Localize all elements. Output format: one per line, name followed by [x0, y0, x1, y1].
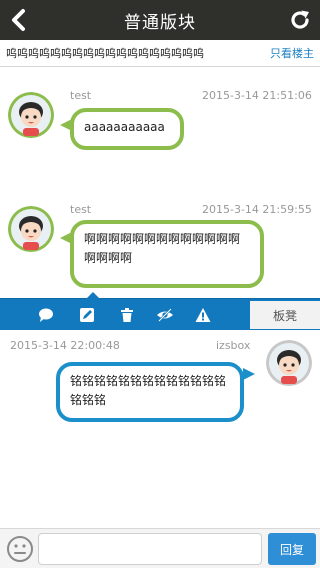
avatar[interactable] — [8, 206, 54, 252]
only-op-link[interactable]: 只看楼主 — [270, 45, 314, 61]
post-author: test — [70, 89, 92, 102]
avatar[interactable] — [8, 92, 54, 138]
comment-icon[interactable] — [38, 307, 54, 323]
reply-bar: 回复 — [0, 528, 320, 568]
trash-icon[interactable] — [119, 307, 135, 323]
chevron-left-icon[interactable] — [8, 8, 32, 32]
avatar[interactable] — [266, 340, 312, 386]
thread-title: 呜呜呜呜呜呜呜呜呜呜呜呜呜呜呜呜呜呜 — [6, 47, 204, 60]
post-time: 2015-3-14 21:51:06 — [202, 89, 312, 102]
eye-off-icon[interactable] — [156, 307, 174, 323]
post-author: test — [70, 203, 92, 216]
message-bubble: aaaaaaaaaaa — [70, 108, 184, 150]
message-bubble: 铭铭铭铭铭铭铭铭铭铭铭铭铭铭铭铭 — [56, 362, 244, 422]
message-text: aaaaaaaaaaa — [84, 120, 165, 134]
reply-input[interactable] — [38, 533, 262, 565]
post-author: izsbox — [216, 339, 251, 352]
refresh-icon[interactable] — [288, 8, 312, 32]
post-time: 2015-3-14 22:00:48 — [10, 339, 120, 352]
bubble-tail — [243, 368, 255, 380]
bubble-tail — [60, 119, 72, 131]
bubble-tail — [60, 232, 72, 244]
board-position-button[interactable]: 板凳 — [250, 301, 320, 329]
edit-icon[interactable] — [79, 307, 95, 323]
smiley-icon[interactable] — [6, 535, 34, 563]
message-text: 铭铭铭铭铭铭铭铭铭铭铭铭铭铭铭铭 — [70, 374, 227, 407]
reply-button[interactable]: 回复 — [268, 533, 316, 565]
action-bar-pointer — [86, 292, 100, 299]
thread-header: 呜呜呜呜呜呜呜呜呜呜呜呜呜呜呜呜呜呜 只看楼主 — [0, 40, 320, 67]
warning-icon[interactable] — [195, 307, 211, 323]
message-text: 啊啊啊啊啊啊啊啊啊啊啊啊啊啊啊啊啊 — [84, 232, 241, 265]
message-bubble: 啊啊啊啊啊啊啊啊啊啊啊啊啊啊啊啊啊 — [70, 220, 264, 288]
post-time: 2015-3-14 21:59:55 — [202, 203, 312, 216]
post-action-bar: 板凳 — [0, 292, 320, 330]
top-bar: 普通版块 — [0, 0, 320, 40]
page-title: 普通版块 — [124, 12, 196, 33]
